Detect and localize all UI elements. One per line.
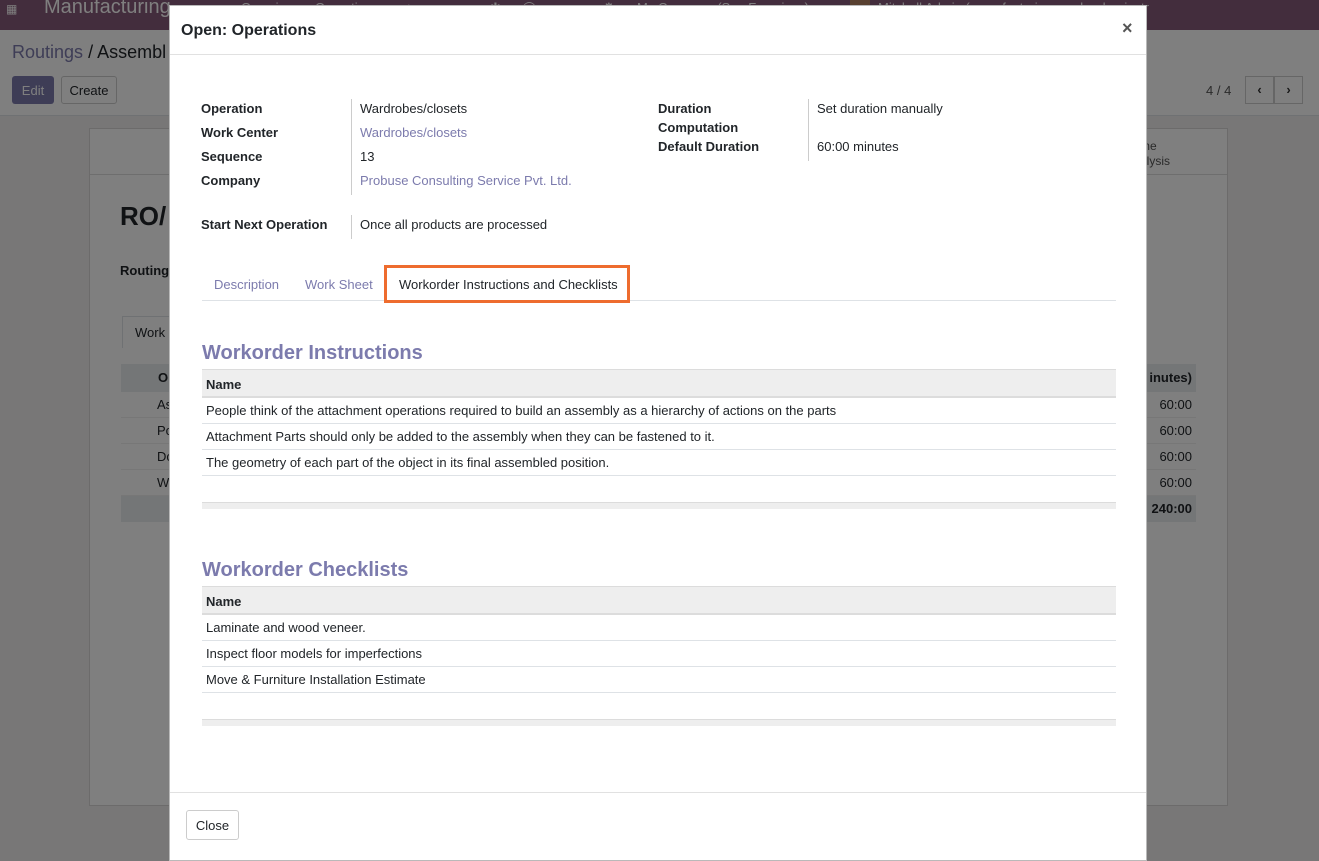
work-center-label: Work Center [201,125,279,140]
column-name: Name [206,594,242,609]
workorder-checklists-title: Workorder Checklists [202,559,409,581]
dialog-body: Operation Work Center Sequence Company W… [170,55,1146,792]
workorder-instructions-title: Workorder Instructions [202,342,423,364]
active-tab-highlight [384,265,630,303]
work-center-link[interactable]: Wardrobes/closets [360,125,467,140]
operation-value: Wardrobes/closets [360,101,468,116]
list-footer [202,502,1116,509]
list-item[interactable]: People think of the attachment operation… [202,398,1116,424]
sequence-value: 13 [360,149,375,164]
default-duration-value: 60:00 minutes [817,139,899,154]
list-item[interactable]: Laminate and wood veneer. [202,615,1116,641]
start-next-operation-value: Once all products are processed [360,217,548,232]
duration-computation-value: Set duration manually [817,101,943,116]
instructions-list: Name People think of the attachment oper… [202,369,1116,514]
dialog-header: Open: Operations × [170,6,1146,55]
tab-description[interactable]: Description [214,265,279,301]
checklists-list-header[interactable]: Name [202,586,1116,615]
sequence-label: Sequence [201,149,263,164]
dialog-title: Open: Operations [181,22,317,39]
start-next-operation-label: Start Next Operation [201,217,328,232]
operations-dialog: Open: Operations × Operation Work Center… [169,5,1147,861]
instructions-list-header[interactable]: Name [202,369,1116,398]
notebook-tabs: Description Work Sheet Workorder Instruc… [202,265,1116,301]
list-item[interactable]: The geometry of each part of the object … [202,450,1116,476]
dialog-footer: Close [170,792,1146,860]
field-separator [351,215,352,239]
list-item[interactable]: Attachment Parts should only be added to… [202,424,1116,450]
field-separator [351,99,352,195]
column-name: Name [206,377,242,392]
close-icon[interactable]: × [1122,18,1133,39]
checklists-list: Name Laminate and wood veneer. Inspect f… [202,586,1116,731]
default-duration-label: Default Duration [658,139,760,154]
operation-label: Operation [201,101,263,116]
company-link[interactable]: Probuse Consulting Service Pvt. Ltd. [360,173,572,188]
company-label: Company [201,173,261,188]
close-button[interactable]: Close [186,810,239,840]
list-item[interactable]: Move & Furniture Installation Estimate [202,667,1116,693]
duration-computation-label: Duration Computation [658,101,739,135]
list-footer [202,719,1116,726]
tab-work-sheet[interactable]: Work Sheet [305,265,373,301]
field-separator [808,99,809,161]
list-item[interactable]: Inspect floor models for imperfections [202,641,1116,667]
